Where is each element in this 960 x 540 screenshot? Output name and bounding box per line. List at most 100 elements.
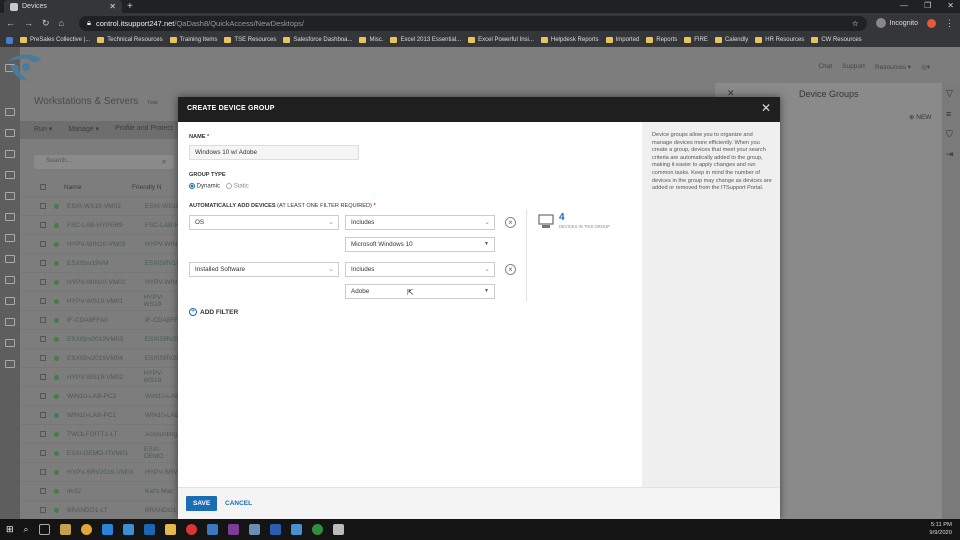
nav-monitor-icon[interactable] <box>5 108 15 116</box>
device-name[interactable]: IF-CDA8FFA0 <box>67 317 137 324</box>
remove-filter-1-icon[interactable]: × <box>505 217 516 228</box>
list-icon[interactable]: ≡ <box>946 109 951 119</box>
new-group-button[interactable]: ⊕ NEW <box>909 113 931 121</box>
row-checkbox[interactable] <box>40 298 46 304</box>
export-icon[interactable]: ⇥ <box>946 149 954 160</box>
nav-reports-icon[interactable] <box>5 255 15 263</box>
outlook-icon[interactable] <box>143 524 155 535</box>
device-name[interactable]: ESXISrv19VM <box>67 260 137 267</box>
url-field[interactable]: 🔒︎ control.itsupport247.net/QaDash8/Quic… <box>78 15 867 31</box>
device-name[interactable]: TWOLFGITT1-LT <box>67 431 137 438</box>
device-name[interactable]: WIN10-LAB-PC1 <box>67 412 137 419</box>
group-name-input[interactable]: Windows 10 w/ Adobe <box>189 145 359 160</box>
filter-1-operator-select[interactable]: Includes ⌄ <box>345 215 495 230</box>
bookmark-item[interactable]: Reports <box>646 37 677 43</box>
row-checkbox[interactable] <box>40 260 46 266</box>
bookmark-item[interactable]: FIRE <box>684 37 708 43</box>
table-row[interactable]: ESXI-WS19-VM02 ESXI-WS19 <box>20 197 180 216</box>
browser-menu-icon[interactable]: ⋮ <box>945 18 954 29</box>
app-icon[interactable] <box>248 524 260 535</box>
nav-devices-icon[interactable] <box>5 150 15 158</box>
row-checkbox[interactable] <box>40 488 46 494</box>
notepad-icon[interactable] <box>332 524 344 535</box>
device-name[interactable]: FSC-LAB-HYPER9 <box>67 222 137 229</box>
add-filter-button[interactable]: + ADD FILTER <box>189 308 238 316</box>
search-icon[interactable]: ⌕ <box>162 157 166 167</box>
row-checkbox[interactable] <box>40 336 46 342</box>
bookmark-item[interactable]: Excel Powerful Insi... <box>468 37 534 43</box>
nav-alerts-icon[interactable] <box>5 171 15 179</box>
close-window-icon[interactable]: ✕ <box>947 1 954 10</box>
table-row[interactable]: ESXISrv19VM ESXISRV19 <box>20 254 180 273</box>
table-row[interactable]: ESXI-DEMO-ITVM01 ESXI-DEMO <box>20 444 180 463</box>
app-icon[interactable] <box>311 524 323 535</box>
table-row[interactable]: HYPV-WS19-VM01 HYPV-WS19 <box>20 292 180 311</box>
profile-avatar[interactable] <box>927 18 936 28</box>
row-checkbox[interactable] <box>40 241 46 247</box>
restore-icon[interactable]: ❐ <box>924 1 931 10</box>
device-name[interactable]: ESXI-WS19-VM02 <box>67 203 137 210</box>
device-name[interactable]: ESXISrv2019VM04 <box>67 355 137 362</box>
row-checkbox[interactable] <box>40 431 46 437</box>
row-checkbox[interactable] <box>40 279 46 285</box>
nav-users-icon[interactable] <box>5 339 15 347</box>
device-name[interactable]: ESXI-DEMO-ITVM01 <box>67 450 136 457</box>
device-name[interactable]: dv32 <box>67 488 137 495</box>
nav-network-icon[interactable] <box>5 297 15 305</box>
row-checkbox[interactable] <box>40 374 46 380</box>
reload-icon[interactable]: ↻ <box>42 18 50 29</box>
nav-patch-icon[interactable] <box>5 213 15 221</box>
word-icon[interactable] <box>269 524 281 535</box>
back-icon[interactable]: ← <box>6 18 15 28</box>
table-row[interactable]: dv32 Kat's Mac <box>20 482 180 501</box>
bookmark-item[interactable]: Helpdesk Reports <box>540 37 599 43</box>
row-checkbox[interactable] <box>40 412 46 418</box>
bookmark-item[interactable]: Excel 2013 Essential... <box>390 37 461 43</box>
groups-filter-icon[interactable]: ⛉ <box>946 129 953 140</box>
table-row[interactable]: HYPV-SRV2019-VM03 HYPV-SRV <box>20 463 180 482</box>
row-checkbox[interactable] <box>40 507 46 513</box>
forward-icon[interactable]: → <box>24 18 33 28</box>
nav-automation-icon[interactable] <box>5 276 15 284</box>
row-checkbox[interactable] <box>40 317 46 323</box>
chrome-profile-icon[interactable] <box>185 524 197 535</box>
manage-menu[interactable]: Manage ▾ <box>68 125 99 133</box>
nav-tickets-icon[interactable] <box>5 192 15 200</box>
file-explorer-icon[interactable] <box>59 524 71 535</box>
radio-dynamic[interactable]: Dynamic <box>189 183 220 190</box>
nav-security-icon[interactable] <box>5 360 15 368</box>
search-icon[interactable]: ⌕ <box>24 524 29 535</box>
filter-1-field-select[interactable]: OS ⌄ <box>189 215 339 230</box>
device-search-input[interactable]: Search... <box>34 155 174 169</box>
apps-icon[interactable] <box>6 36 13 44</box>
table-row[interactable]: WIN10-LAB-PC1 WIN10-LAB <box>20 406 180 425</box>
app-icon[interactable] <box>206 524 218 535</box>
bookmark-item[interactable]: Imported <box>605 37 639 43</box>
table-row[interactable]: ESXISrv2019VM03 ESXISRV20 <box>20 330 180 349</box>
device-name[interactable]: HYPV-SRV2019-VM03 <box>67 469 137 476</box>
row-checkbox[interactable] <box>40 450 46 456</box>
radio-static[interactable]: Static <box>226 183 249 190</box>
bookmark-item[interactable]: Training Items <box>169 37 217 43</box>
bookmark-item[interactable]: HR Resources <box>755 37 804 43</box>
table-row[interactable]: ESXISrv2019VM04 ESXISRV20 <box>20 349 180 368</box>
select-all-checkbox[interactable] <box>40 184 46 190</box>
star-icon[interactable]: ☆ <box>852 19 859 28</box>
table-row[interactable]: FSC-LAB-HYPER9 FSC-LAB-H <box>20 216 180 235</box>
device-name[interactable]: BRANDO1-LT <box>67 507 137 514</box>
bookmark-item[interactable]: Misc. <box>359 37 383 43</box>
table-row[interactable]: IF-CDA8FFA0 IF-CDA8FF <box>20 311 180 330</box>
minimize-icon[interactable]: — <box>900 1 908 10</box>
filter-2-value-select[interactable]: Adobe ▼ <box>345 284 495 299</box>
chat-link[interactable]: Chat <box>818 63 832 71</box>
nav-admin-icon[interactable] <box>5 318 15 326</box>
nav-dashboard-icon[interactable] <box>5 129 15 137</box>
device-name[interactable]: WIN10-LAB-PC2 <box>67 393 137 400</box>
table-row[interactable]: HYPV-WS19-VM02 HYPV-WS19 <box>20 368 180 387</box>
bookmark-item[interactable]: CW Resources <box>811 37 862 43</box>
incognito-badge[interactable]: Incognito <box>875 18 918 28</box>
filter-1-value-select[interactable]: Microsoft Windows 10 ▼ <box>345 237 495 252</box>
table-row[interactable]: HYPV-WIN10-VM02 HYPV-WIN <box>20 273 180 292</box>
edge-icon[interactable] <box>101 524 113 535</box>
row-checkbox[interactable] <box>40 222 46 228</box>
